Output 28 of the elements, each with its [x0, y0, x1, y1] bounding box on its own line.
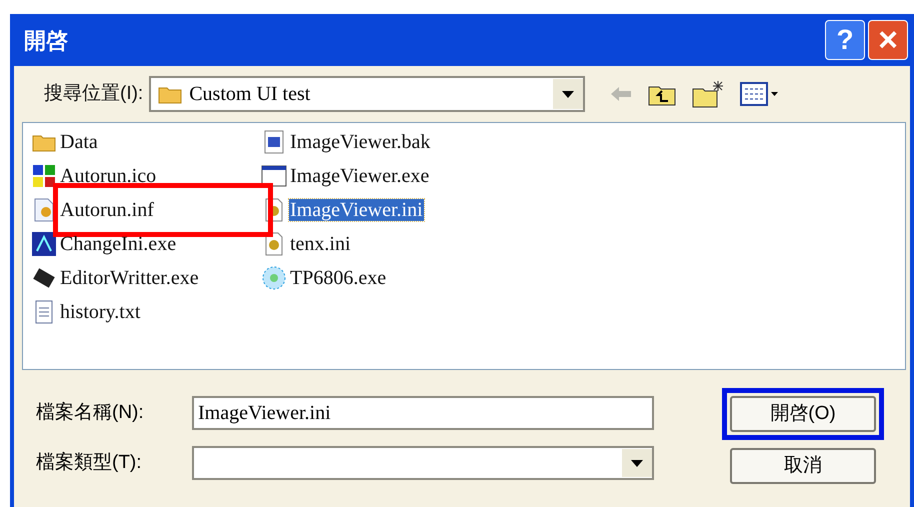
file-item[interactable]: ChangeIni.exe	[59, 233, 178, 255]
disc-icon	[261, 265, 287, 291]
close-button[interactable]: ×	[868, 20, 908, 60]
file-item[interactable]: Autorun.inf	[59, 199, 155, 221]
file-item[interactable]: EditorWritter.exe	[59, 267, 200, 289]
file-item[interactable]: Autorun.ico	[59, 165, 158, 187]
new-folder-icon[interactable]	[691, 79, 726, 109]
file-item[interactable]: TP6806.exe	[289, 267, 388, 289]
location-label: 搜尋位置(I):	[44, 82, 144, 106]
file-item[interactable]: history.txt	[59, 301, 142, 323]
view-menu-icon[interactable]	[739, 81, 780, 107]
filetype-label: 檔案類型(T):	[36, 450, 143, 475]
network-icon	[31, 231, 57, 257]
dialog-button[interactable]: 開啓(O)	[730, 396, 876, 432]
location-dropdown[interactable]: Custom UI test	[149, 76, 586, 112]
dialog-button[interactable]: 取消	[730, 448, 876, 484]
filename-field[interactable]: ImageViewer.ini	[192, 396, 654, 430]
file-item[interactable]: Data	[59, 131, 99, 153]
window-title: 開啓	[24, 26, 68, 54]
window-icon	[261, 163, 287, 189]
filename-label: 檔案名稱(N):	[36, 400, 145, 425]
file-item[interactable]: ImageViewer.bak	[289, 131, 432, 153]
help-button[interactable]: ?	[825, 20, 865, 60]
file-item[interactable]: ImageViewer.ini	[289, 199, 424, 221]
filetype-dropdown[interactable]	[192, 446, 654, 480]
tiles-icon	[31, 163, 57, 189]
file-item[interactable]: tenx.ini	[289, 233, 352, 255]
file-item[interactable]: ImageViewer.exe	[289, 165, 430, 187]
